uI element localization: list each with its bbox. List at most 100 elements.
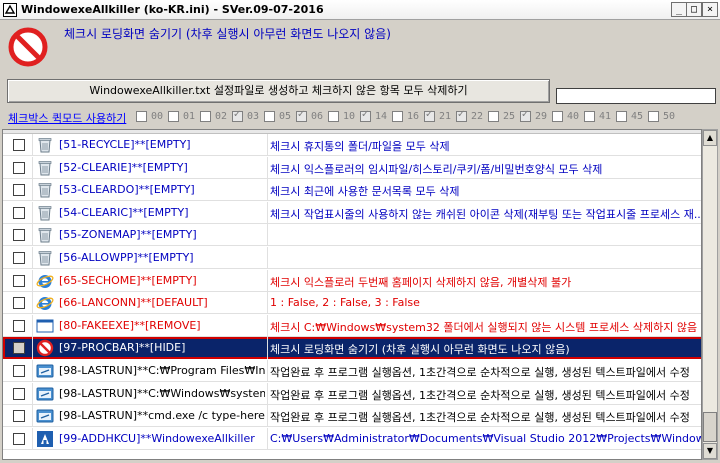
row-checkbox[interactable]	[13, 184, 25, 197]
list-row[interactable]: [51-RECYCLE]**[EMPTY] 체크시 휴지통의 폴더/파일을 모두 …	[3, 134, 701, 156]
no-entry-icon	[36, 339, 54, 357]
row-checkbox[interactable]	[13, 342, 25, 355]
quick-checkbox-label: 16	[407, 111, 420, 122]
row-checkbox[interactable]	[13, 252, 25, 264]
quick-checkbox-10[interactable]	[328, 111, 339, 122]
quick-checkbox-03[interactable]	[232, 109, 243, 122]
quick-checkbox-41[interactable]	[584, 111, 595, 122]
column-divider	[267, 179, 268, 202]
row-key: [98-LASTRUN]**C:₩Windows₩system3...	[59, 386, 265, 400]
row-checkbox[interactable]	[13, 206, 25, 219]
column-divider	[32, 314, 33, 337]
list-row[interactable]: [98-LASTRUN]**C:₩Program Files₩Inter... 작…	[3, 360, 701, 382]
row-checkbox[interactable]	[13, 139, 25, 151]
quick-checkbox-label: 29	[535, 111, 548, 122]
quick-checkbox-22[interactable]	[456, 109, 467, 122]
header-title: 체크시 로딩화면 숨기기 (차후 실행시 아무런 화면도 나오지 않음)	[64, 27, 391, 41]
row-description: 작업완료 후 프로그램 실행옵션, 1초간격으로 순차적으로 실행, 생성된 텍…	[270, 366, 690, 379]
quick-checkbox-02[interactable]	[200, 111, 211, 122]
list-row[interactable]: [56-ALLOWPP]**[EMPTY]	[3, 247, 701, 269]
column-divider	[267, 337, 268, 360]
quick-checkbox-label: 06	[311, 111, 324, 122]
allkiller-app-icon	[36, 430, 54, 448]
quick-checkbox-01[interactable]	[168, 111, 179, 122]
quick-checkbox-05[interactable]	[264, 111, 275, 122]
close-button[interactable]: ×	[702, 2, 718, 17]
scroll-up-button[interactable]: ▲	[703, 130, 717, 146]
quick-checkbox-label: 50	[663, 111, 676, 122]
filter-input[interactable]	[556, 88, 716, 104]
list-scrollbar[interactable]: ▲ ▼	[702, 129, 718, 460]
row-checkbox[interactable]	[13, 319, 25, 332]
list-row[interactable]: [66-LANCONN]**[DEFAULT] 1 : False, 2 : Fa…	[3, 292, 701, 315]
minimize-button[interactable]: _	[671, 2, 687, 17]
list-row[interactable]: [52-CLEARIE]**[EMPTY] 체크시 익스플로러의 임시파일/히스토…	[3, 156, 701, 179]
quick-checkbox-14[interactable]	[360, 109, 371, 122]
list-row[interactable]: [98-LASTRUN]**C:₩Windows₩system3... 작업완료 …	[3, 382, 701, 405]
scroll-down-button[interactable]: ▼	[703, 443, 717, 459]
quick-checkbox-06[interactable]	[296, 109, 307, 122]
list-row[interactable]: [98-LASTRUN]**cmd.exe /c type-here y... 작…	[3, 405, 701, 428]
recycle-bin-icon	[36, 181, 54, 199]
list-row[interactable]: [99-ADDHKCU]**WindowexeAllkiller C:₩Users…	[3, 427, 701, 450]
column-divider	[32, 201, 33, 224]
quick-checkbox-label: 22	[471, 111, 484, 122]
column-divider	[267, 427, 268, 450]
column-divider	[267, 156, 268, 179]
program-icon	[36, 362, 54, 380]
column-divider	[267, 314, 268, 337]
row-checkbox[interactable]	[13, 410, 25, 423]
column-divider	[32, 269, 33, 292]
list-row[interactable]: [55-ZONEMAP]**[EMPTY]	[3, 224, 701, 247]
row-checkbox[interactable]	[13, 365, 25, 377]
quick-mode-row: 체크박스 퀵모드 사용하기 00 01 02 03 05 06 10 14 16 21 22 25 29…	[0, 109, 720, 127]
row-description: 체크시 익스플로러 두번째 홈페이지 삭제하지 않음, 개별삭제 불가	[270, 275, 572, 289]
quick-checkbox-label: 45	[631, 111, 644, 122]
generate-and-delete-button[interactable]: WindowexeAllkiller.txt 설정파일로 생성하고 체크하지 않…	[7, 79, 550, 103]
quick-checkbox-16[interactable]	[392, 111, 403, 122]
quick-checkbox-00[interactable]	[136, 111, 147, 122]
row-description: C:₩Users₩Administrator₩Documents₩Visual …	[270, 431, 701, 445]
quick-checkbox-29[interactable]	[520, 109, 531, 122]
row-description: 작업완료 후 프로그램 실행옵션, 1초간격으로 순차적으로 실행, 생성된 텍…	[270, 388, 690, 402]
recycle-bin-icon	[36, 249, 54, 267]
quick-checkbox-label: 05	[279, 111, 292, 122]
row-checkbox[interactable]	[13, 229, 25, 242]
column-divider	[267, 269, 268, 292]
row-key: [98-LASTRUN]**C:₩Program Files₩Inter...	[59, 364, 265, 377]
column-divider	[267, 382, 268, 405]
row-description: 체크시 작업표시줄의 사용하지 않는 캐쉬된 아이콘 삭제(재부팅 또는 작업표…	[270, 207, 702, 221]
column-divider	[32, 427, 33, 450]
column-divider	[267, 201, 268, 224]
list-row[interactable]: [97-PROCBAR]**[HIDE] 체크시 로딩화면 숨기기 (차후 실행시…	[3, 337, 701, 360]
row-description: 작업완료 후 프로그램 실행옵션, 1초간격으로 순차적으로 실행, 생성된 텍…	[270, 411, 690, 425]
row-checkbox[interactable]	[13, 432, 25, 445]
row-checkbox[interactable]	[13, 297, 25, 310]
list-row[interactable]: [80-FAKEEXE]**[REMOVE] 체크시 C:₩Windows₩sys…	[3, 314, 701, 337]
list-row[interactable]: [53-CLEARDO]**[EMPTY] 체크시 최근에 사용한 문서목록 모두…	[3, 179, 701, 202]
recycle-bin-icon	[36, 136, 54, 154]
quick-checkbox-50[interactable]	[648, 111, 659, 122]
no-entry-icon	[8, 27, 48, 67]
title-bar: WindowexeAllkiller (ko-KR.ini) - SVer.09…	[0, 0, 720, 20]
maximize-button[interactable]: □	[686, 2, 702, 17]
column-divider	[267, 360, 268, 382]
row-key: [52-CLEARIE]**[EMPTY]	[59, 160, 188, 174]
quick-mode-link[interactable]: 체크박스 퀵모드 사용하기	[8, 110, 126, 126]
quick-checkbox-21[interactable]	[424, 109, 435, 122]
scroll-thumb[interactable]	[703, 412, 717, 442]
row-checkbox[interactable]	[13, 274, 25, 287]
row-checkbox[interactable]	[13, 161, 25, 174]
quick-checkbox-40[interactable]	[552, 111, 563, 122]
quick-checkbox-label: 41	[599, 111, 612, 122]
column-divider	[32, 405, 33, 428]
quick-checkbox-45[interactable]	[616, 111, 627, 122]
row-description: 체크시 익스플로러의 임시파일/히스토리/쿠키/폼/비밀번호양식 모두 삭제	[270, 162, 603, 176]
quick-checkbox-label: 00	[151, 111, 164, 122]
quick-checkbox-25[interactable]	[488, 111, 499, 122]
quick-checkbox-label: 03	[247, 111, 260, 122]
list-row[interactable]: [54-CLEARIC]**[EMPTY] 체크시 작업표시줄의 사용하지 않는 …	[3, 201, 702, 224]
column-divider	[32, 382, 33, 405]
row-checkbox[interactable]	[13, 387, 25, 400]
list-row[interactable]: [65-SECHOME]**[EMPTY] 체크시 익스플로러 두번째 홈페이지 …	[3, 269, 701, 292]
